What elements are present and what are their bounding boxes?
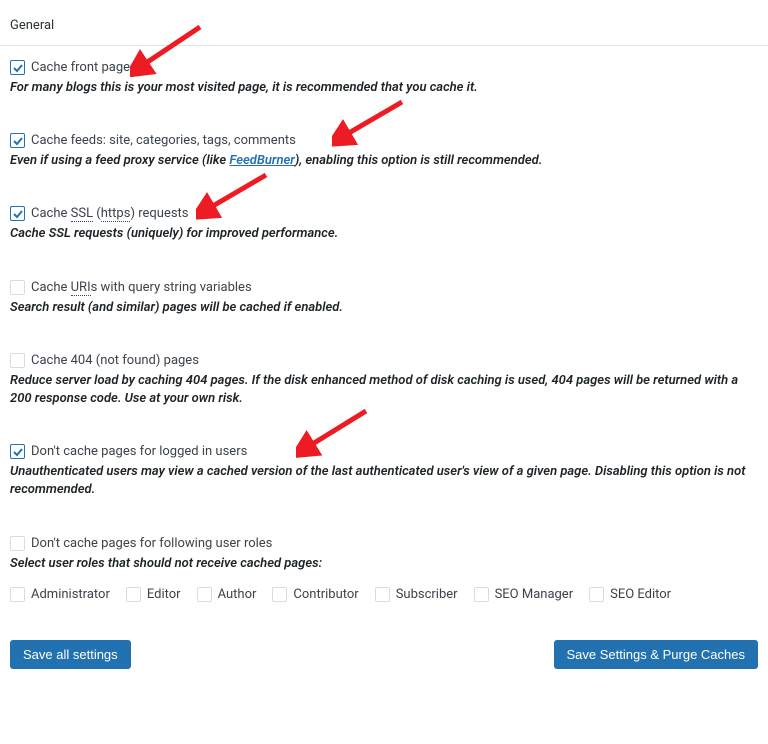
option-row: Cache URIs with query string variables — [10, 280, 758, 295]
option-label: Cache 404 (not found) pages — [31, 353, 199, 368]
checkbox-ssl[interactable] — [10, 206, 25, 221]
checkbox-feeds[interactable] — [10, 133, 25, 148]
checkmark-icon — [12, 208, 24, 220]
option-description: Reduce server load by caching 404 pages.… — [10, 372, 758, 408]
option-description: For many blogs this is your most visited… — [10, 79, 758, 97]
desc-text: Even if using a feed proxy service (like — [10, 153, 229, 168]
abbr-https: https — [101, 206, 131, 222]
checkbox-query-string[interactable] — [10, 280, 25, 295]
option-row: Don't cache pages for logged in users — [10, 444, 758, 459]
option-description: Search result (and similar) pages will b… — [10, 299, 758, 317]
checkbox-role-seo-editor[interactable] — [589, 587, 604, 602]
abbr-ssl: SSL — [71, 206, 93, 222]
label-part: Cache — [31, 206, 71, 221]
desc-text: ), enabling this option is still recomme… — [295, 153, 543, 168]
checkbox-role-editor[interactable] — [126, 587, 141, 602]
option-row: Cache front page — [10, 60, 758, 75]
option-query-string: Cache URIs with query string variables S… — [0, 266, 768, 323]
option-description: Unauthenticated users may view a cached … — [10, 463, 758, 499]
role-item: SEO Editor — [589, 587, 671, 602]
role-label: SEO Editor — [610, 587, 671, 602]
role-label: Contributor — [293, 587, 358, 602]
option-feeds: Cache feeds: site, categories, tags, com… — [0, 119, 768, 176]
option-404: Cache 404 (not found) pages Reduce serve… — [0, 339, 768, 414]
option-label: Don't cache pages for following user rol… — [31, 536, 272, 551]
checkmark-icon — [12, 446, 24, 458]
option-description: Cache SSL requests (uniquely) for improv… — [10, 225, 758, 243]
checkbox-front-page[interactable] — [10, 60, 25, 75]
option-label: Cache SSL (https) requests — [31, 206, 189, 221]
role-label: Subscriber — [396, 587, 458, 602]
abbr-uri: URI — [71, 280, 91, 296]
option-label: Cache feeds: site, categories, tags, com… — [31, 133, 296, 148]
checkmark-icon — [12, 135, 24, 147]
option-row: Cache SSL (https) requests — [10, 206, 758, 221]
role-item: SEO Manager — [474, 587, 574, 602]
role-label: SEO Manager — [495, 587, 574, 602]
label-part: requests — [135, 206, 189, 221]
footer-actions: Save all settings Save Settings & Purge … — [0, 620, 768, 699]
checkbox-logged-in[interactable] — [10, 444, 25, 459]
checkbox-role-subscriber[interactable] — [375, 587, 390, 602]
option-label: Cache front page — [31, 60, 130, 75]
role-item: Contributor — [272, 587, 358, 602]
option-row: Don't cache pages for following user rol… — [10, 536, 758, 551]
label-part: s with query string variables — [91, 280, 252, 295]
role-label: Editor — [147, 587, 181, 602]
save-all-button[interactable]: Save all settings — [10, 640, 131, 669]
checkmark-icon — [12, 62, 24, 74]
role-item: Subscriber — [375, 587, 458, 602]
section-header: General — [0, 0, 768, 46]
option-logged-in: Don't cache pages for logged in users Un… — [0, 430, 768, 505]
role-label: Administrator — [31, 587, 110, 602]
option-ssl: Cache SSL (https) requests Cache SSL req… — [0, 192, 768, 249]
option-row: Cache feeds: site, categories, tags, com… — [10, 133, 758, 148]
checkbox-role-contributor[interactable] — [272, 587, 287, 602]
option-label: Cache URIs with query string variables — [31, 280, 252, 295]
checkbox-role-administrator[interactable] — [10, 587, 25, 602]
section-title: General — [10, 18, 758, 33]
role-item: Administrator — [10, 587, 110, 602]
label-part: Cache — [31, 280, 71, 295]
option-label: Don't cache pages for logged in users — [31, 444, 247, 459]
checkbox-role-seo-manager[interactable] — [474, 587, 489, 602]
option-row: Cache 404 (not found) pages — [10, 353, 758, 368]
role-label: Author — [218, 587, 257, 602]
feedburner-link[interactable]: FeedBurner — [229, 153, 294, 168]
role-item: Editor — [126, 587, 181, 602]
save-purge-button[interactable]: Save Settings & Purge Caches — [554, 640, 759, 669]
option-front-page: Cache front page For many blogs this is … — [0, 46, 768, 103]
option-description: Select user roles that should not receiv… — [10, 555, 758, 573]
checkbox-404[interactable] — [10, 353, 25, 368]
option-user-roles: Don't cache pages for following user rol… — [0, 522, 768, 608]
checkbox-user-roles[interactable] — [10, 536, 25, 551]
roles-list: Administrator Editor Author Contributor … — [10, 587, 758, 602]
option-description: Even if using a feed proxy service (like… — [10, 152, 758, 170]
role-item: Author — [197, 587, 257, 602]
checkbox-role-author[interactable] — [197, 587, 212, 602]
